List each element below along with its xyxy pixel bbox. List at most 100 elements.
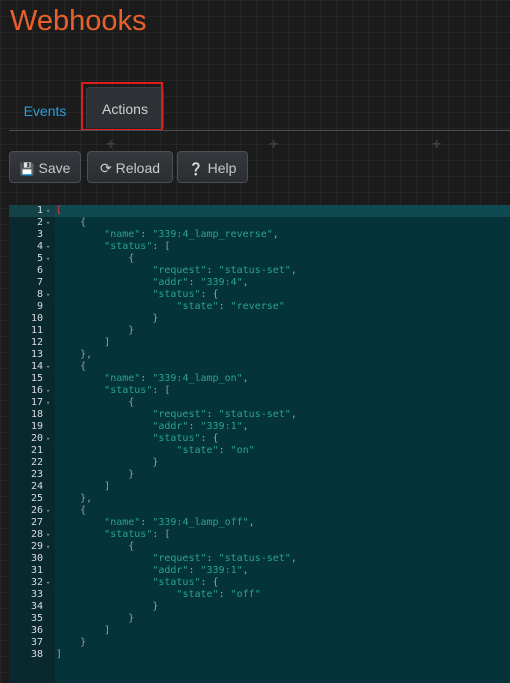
json-code-editor[interactable]: 1 ▾[2 ▾ {3 "name": "339:4_lamp_reverse", 4 ▾… xyxy=(9,205,510,683)
code-text: }, xyxy=(56,349,92,361)
json-punctuation: : xyxy=(188,421,201,432)
code-text: ] xyxy=(56,481,110,493)
json-key: "request" xyxy=(152,553,207,564)
help-button[interactable]: ❔ Help xyxy=(177,151,248,183)
fold-toggle-icon[interactable]: ▾ xyxy=(46,361,50,373)
line-number: 8 xyxy=(36,289,43,300)
json-punctuation: } xyxy=(152,601,159,612)
fold-toggle-icon[interactable]: ▾ xyxy=(46,253,50,265)
line-number: 2 xyxy=(36,217,43,228)
line-number: 28 xyxy=(30,529,43,540)
json-key: "status" xyxy=(152,433,201,444)
line-number: 20 xyxy=(30,433,43,444)
json-punctuation: } xyxy=(80,637,87,648)
line-number: 38 xyxy=(30,649,43,660)
json-string-value: "off" xyxy=(230,589,261,600)
tab-divider xyxy=(9,130,510,131)
json-punctuation: [ xyxy=(56,205,63,216)
fold-toggle-icon[interactable]: ▾ xyxy=(46,541,50,553)
line-number: 31 xyxy=(30,565,43,576)
json-punctuation: : xyxy=(140,229,153,240)
code-text: "state": "reverse" xyxy=(56,301,284,313)
json-punctuation: : xyxy=(140,373,153,384)
json-punctuation: : [ xyxy=(152,385,171,396)
code-text: { xyxy=(56,541,134,553)
code-text: "addr": "339:4", xyxy=(56,277,249,289)
line-number: 6 xyxy=(36,265,43,276)
help-button-label: Help xyxy=(207,160,237,176)
code-text: "request": "status-set", xyxy=(56,553,297,565)
json-string-value: "339:4_lamp_off" xyxy=(152,517,249,528)
json-key: "status" xyxy=(104,529,153,540)
tab-actions[interactable]: Actions xyxy=(86,87,164,128)
json-punctuation: } xyxy=(128,469,135,480)
json-punctuation: { xyxy=(128,541,135,552)
reload-button[interactable]: ⟳ Reload xyxy=(87,151,173,183)
json-punctuation: ] xyxy=(104,481,111,492)
floppy-disk-icon: 💾 xyxy=(19,162,35,176)
line-number: 22 xyxy=(30,457,43,468)
grid-plus-marker: + xyxy=(106,136,116,153)
code-text: { xyxy=(56,397,134,409)
code-text: } xyxy=(56,469,134,481)
json-punctuation: : xyxy=(206,553,219,564)
json-punctuation: : xyxy=(188,277,201,288)
line-number: 30 xyxy=(30,553,43,564)
fold-toggle-icon[interactable]: ▾ xyxy=(46,577,50,589)
line-number: 7 xyxy=(36,277,43,288)
fold-toggle-icon[interactable]: ▾ xyxy=(46,433,50,445)
json-punctuation: , xyxy=(242,277,249,288)
json-string-value: "339:1" xyxy=(200,565,243,576)
json-string-value: "339:4" xyxy=(200,277,243,288)
code-text: "name": "339:4_lamp_on", xyxy=(56,373,249,385)
json-punctuation: , xyxy=(242,373,249,384)
code-text: "status": { xyxy=(56,577,218,589)
page-title: Webhooks xyxy=(10,5,147,37)
json-punctuation: : xyxy=(206,265,219,276)
fold-toggle-icon[interactable]: ▾ xyxy=(46,217,50,229)
json-key: "addr" xyxy=(152,565,189,576)
line-number: 29 xyxy=(30,541,43,552)
json-punctuation: } xyxy=(128,325,135,336)
code-text: } xyxy=(56,457,158,469)
code-text: "name": "339:4_lamp_off", xyxy=(56,517,255,529)
fold-toggle-icon[interactable]: ▾ xyxy=(46,529,50,541)
code-text: } xyxy=(56,637,86,649)
fold-toggle-icon[interactable]: ▾ xyxy=(46,289,50,301)
line-number: 21 xyxy=(30,445,43,456)
line-number: 13 xyxy=(30,349,43,360)
json-key: "name" xyxy=(104,373,141,384)
json-punctuation: } xyxy=(152,313,159,324)
json-string-value: "status-set" xyxy=(218,265,291,276)
tab-events[interactable]: Events xyxy=(15,96,75,126)
code-text: }, xyxy=(56,493,92,505)
line-number: 15 xyxy=(30,373,43,384)
json-key: "request" xyxy=(152,265,207,276)
fold-toggle-icon[interactable]: ▾ xyxy=(46,397,50,409)
line-number: 36 xyxy=(30,625,43,636)
code-text: "status": { xyxy=(56,433,218,445)
fold-toggle-icon[interactable]: ▾ xyxy=(46,205,50,217)
line-number: 4 xyxy=(36,241,43,252)
json-punctuation: }, xyxy=(80,349,93,360)
line-number: 23 xyxy=(30,469,43,480)
json-punctuation: } xyxy=(128,613,135,624)
json-punctuation: , xyxy=(290,553,297,564)
fold-toggle-icon[interactable]: ▾ xyxy=(46,385,50,397)
fold-toggle-icon[interactable]: ▾ xyxy=(46,505,50,517)
active-line-highlight xyxy=(55,205,510,217)
line-number: 33 xyxy=(30,589,43,600)
refresh-icon: ⟳ xyxy=(99,160,112,176)
save-button[interactable]: 💾 Save xyxy=(9,151,81,183)
json-punctuation: , xyxy=(248,517,255,528)
json-key: "addr" xyxy=(152,277,189,288)
json-string-value: "status-set" xyxy=(218,553,291,564)
line-number: 11 xyxy=(30,325,43,336)
fold-toggle-icon[interactable]: ▾ xyxy=(46,241,50,253)
line-number: 14 xyxy=(30,361,43,372)
json-punctuation: , xyxy=(242,421,249,432)
json-punctuation: : xyxy=(218,301,231,312)
code-text: "status": { xyxy=(56,289,218,301)
json-punctuation: : [ xyxy=(152,529,171,540)
json-key: "state" xyxy=(176,445,219,456)
